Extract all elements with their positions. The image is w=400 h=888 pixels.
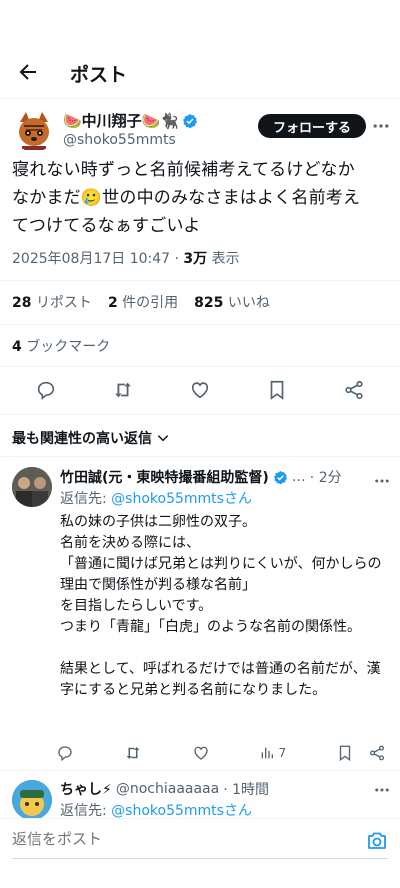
reply-views[interactable]: 7 (259, 745, 286, 761)
tweet-text-line: 寝れない時ずっと名前候補考えてるけどなか (12, 160, 355, 180)
author-name-text: 🍉中川翔子🍉🐈‍⬛ (63, 112, 180, 130)
back-arrow-icon[interactable] (14, 58, 42, 86)
actions-divider (0, 414, 400, 415)
likes-stat[interactable]: 825 いいね (194, 292, 270, 312)
reposts-label: リポスト (35, 295, 92, 311)
reply2-to-handle[interactable]: @shoko55mmtsさん (111, 803, 252, 819)
camera-icon[interactable] (364, 828, 390, 854)
reply2-handle: @nochiaaaaaa (115, 781, 220, 797)
engagement-stats: 28 リポスト 2 件の引用 825 いいね (12, 292, 270, 312)
bookmarks-label: ブックマーク (26, 339, 111, 355)
reply2-avatar[interactable] (12, 780, 52, 820)
reply-author-name: 竹田誠(元・東映特撮番組助監督) (60, 470, 269, 486)
reply2-author[interactable]: ちゃし⚡ @nochiaaaaaa · 1時間 (60, 779, 269, 799)
author-handle[interactable]: @shoko55mmts (63, 132, 176, 148)
reply-to-line: 返信先: @shoko55mmtsさん (60, 488, 252, 508)
reply-reply-icon[interactable] (56, 744, 74, 762)
reply2-to-line: 返信先: @shoko55mmtsさん (60, 800, 252, 820)
reply-text: 私の妹の子供は二卵性の双子。 名前を決める際には、 「普通に聞けば兄弟とは判りに… (60, 514, 382, 698)
composer-underline (12, 858, 388, 859)
reply-bookmark-icon[interactable] (336, 744, 354, 762)
reply-icon[interactable] (26, 372, 66, 408)
sort-divider (0, 456, 400, 457)
tweet-text: 寝れない時ずっと名前候補考えてるけどなか なかまだ🥲世の中のみなさまはよく名前考… (12, 156, 390, 240)
more-options-icon[interactable] (372, 782, 392, 798)
chevron-down-icon (156, 431, 170, 445)
tweet-action-bar (0, 372, 400, 408)
reply-action-bar: 7 (56, 742, 386, 764)
likes-label: いいね (227, 295, 270, 311)
reply-divider (0, 770, 400, 771)
bookmarks-stat[interactable]: 4 ブックマーク (12, 336, 110, 356)
page-title: ポスト (70, 64, 128, 86)
follow-button[interactable]: フォローする (258, 114, 366, 138)
reply2-time: · 1時間 (223, 782, 270, 798)
views-label: 表示 (211, 251, 240, 267)
likes-count: 825 (194, 295, 224, 311)
verified-badge-icon (182, 113, 198, 129)
reply2-to-prefix: 返信先: (60, 803, 112, 819)
reply-to-handle[interactable]: @shoko55mmtsさん (111, 491, 252, 507)
like-icon[interactable] (180, 372, 220, 408)
share-icon[interactable] (334, 372, 374, 408)
reply-actions-right (336, 744, 386, 762)
reply2-author-name: ちゃし⚡ (60, 782, 112, 798)
more-options-icon[interactable] (370, 116, 392, 136)
reply-name-ellipsis: … (291, 469, 306, 485)
reply-views-count: 7 (278, 746, 287, 760)
reply-sort-dropdown[interactable]: 最も関連性の高い返信 (12, 428, 170, 448)
views-count: 3万 (183, 251, 208, 267)
reply-time: · 2分 (309, 470, 342, 486)
reply-to-prefix: 返信先: (60, 491, 112, 507)
bookmark-icon[interactable] (257, 372, 297, 408)
tweet-meta: 2025年08月17日 10:47 · 3万 表示 (12, 251, 240, 267)
reply-avatar[interactable] (12, 467, 52, 507)
reply-input[interactable] (12, 830, 312, 848)
tweet-text-line: てつけてるなぁすごいよ (12, 216, 201, 236)
quotes-count: 2 (107, 295, 118, 311)
reply-sort-label: 最も関連性の高い返信 (12, 431, 152, 447)
views-chart-icon (259, 745, 275, 761)
reply-author[interactable]: 竹田誠(元・東映特撮番組助監督) … · 2分 (60, 467, 342, 487)
stats-divider (0, 324, 400, 325)
reply-share-icon[interactable] (368, 744, 386, 762)
header-divider (0, 98, 400, 99)
tweet-text-line: なかまだ🥲世の中のみなさまはよく名前考え (12, 188, 361, 208)
quotes-label: 件の引用 (122, 295, 179, 311)
reposts-stat[interactable]: 28 リポスト (12, 292, 92, 312)
author-name[interactable]: 🍉中川翔子🍉🐈‍⬛ (63, 110, 198, 131)
bookmarks-divider (0, 366, 400, 367)
more-options-icon[interactable] (372, 473, 392, 489)
reposts-count: 28 (12, 295, 32, 311)
meta-divider (0, 280, 400, 281)
bookmarks-count: 4 (12, 339, 22, 355)
tweet-datetime[interactable]: 2025年08月17日 10:47 (12, 251, 170, 267)
verified-badge-icon (273, 470, 288, 485)
author-avatar[interactable] (12, 108, 56, 152)
reply-repost-icon[interactable] (124, 744, 142, 762)
repost-icon[interactable] (103, 372, 143, 408)
quotes-stat[interactable]: 2 件の引用 (108, 292, 178, 312)
reply-like-icon[interactable] (192, 744, 210, 762)
